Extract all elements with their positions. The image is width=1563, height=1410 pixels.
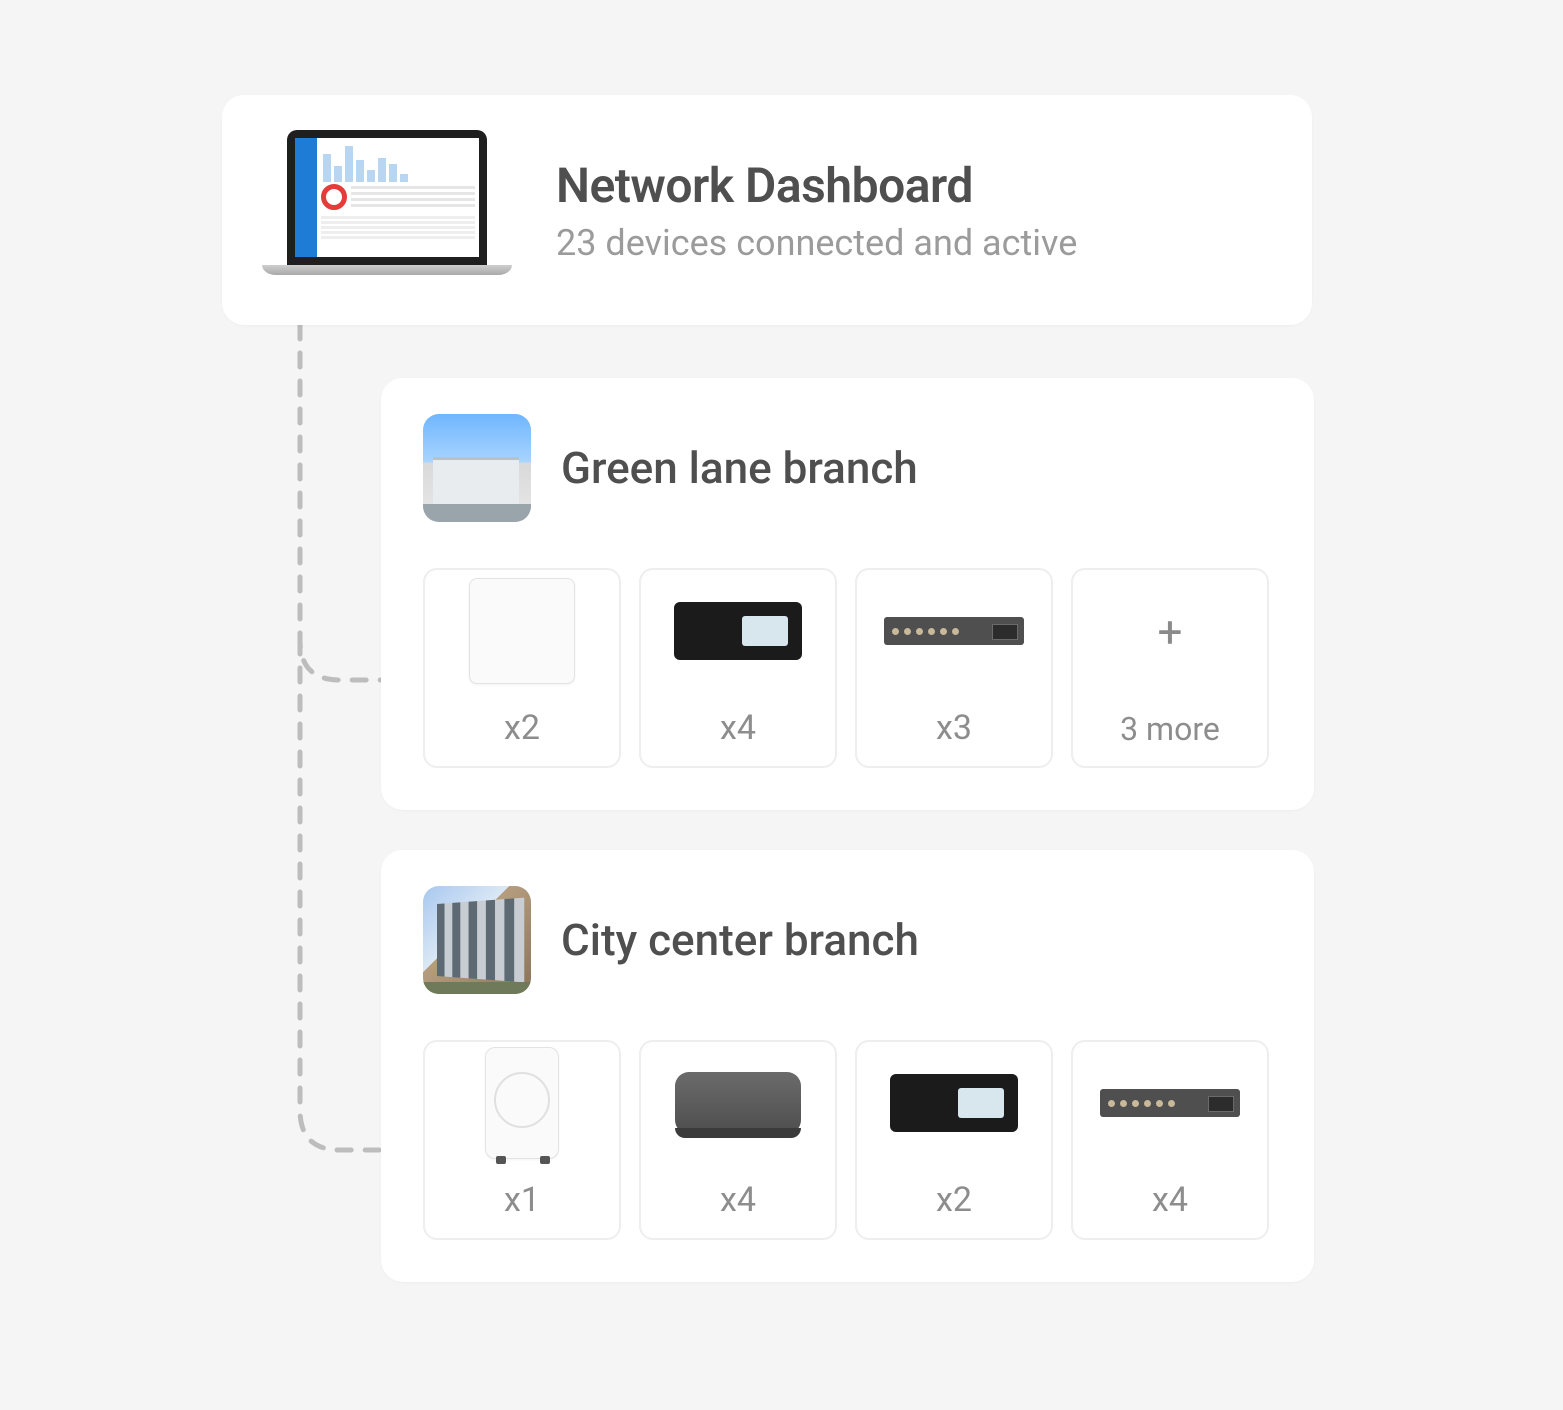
router-device-icon <box>890 1074 1018 1132</box>
device-count: x4 <box>720 1180 756 1220</box>
device-tile-switch[interactable]: x4 <box>1071 1040 1269 1240</box>
device-tile-hub[interactable]: x4 <box>639 1040 837 1240</box>
device-tile-router[interactable]: x4 <box>639 568 837 768</box>
panel-device-icon <box>469 578 575 684</box>
branch-thumbnail <box>423 886 531 994</box>
device-count: x4 <box>720 708 756 748</box>
branch-title: City center branch <box>561 914 919 966</box>
device-tile-router[interactable]: x2 <box>855 1040 1053 1240</box>
dashboard-card: Network Dashboard 23 devices connected a… <box>222 95 1312 325</box>
dashboard-title: Network Dashboard <box>556 157 1077 214</box>
device-count: x1 <box>504 1180 540 1220</box>
branch-thumbnail <box>423 414 531 522</box>
device-tile-more[interactable]: + 3 more <box>1071 568 1269 768</box>
device-count: x4 <box>1152 1180 1188 1220</box>
device-tile-panel[interactable]: x2 <box>423 568 621 768</box>
branch-card-green-lane: Green lane branch x2 x4 x3 + 3 more <box>381 378 1314 810</box>
device-count: x3 <box>936 708 972 748</box>
plus-icon: + <box>1158 610 1183 654</box>
device-tile-sensor[interactable]: x1 <box>423 1040 621 1240</box>
laptop-icon <box>262 130 512 290</box>
dashboard-subtitle: 23 devices connected and active <box>556 222 1077 264</box>
device-tile-switch[interactable]: x3 <box>855 568 1053 768</box>
device-count: x2 <box>504 708 540 748</box>
sensor-device-icon <box>485 1047 559 1159</box>
switch-device-icon <box>1100 1089 1240 1117</box>
device-count: x2 <box>936 1180 972 1220</box>
branch-title: Green lane branch <box>561 442 918 494</box>
router-device-icon <box>674 602 802 660</box>
branch-card-city-center: City center branch x1 x4 x2 x4 <box>381 850 1314 1282</box>
more-label: 3 more <box>1120 710 1220 748</box>
switch-device-icon <box>884 617 1024 645</box>
hub-device-icon <box>675 1072 801 1134</box>
